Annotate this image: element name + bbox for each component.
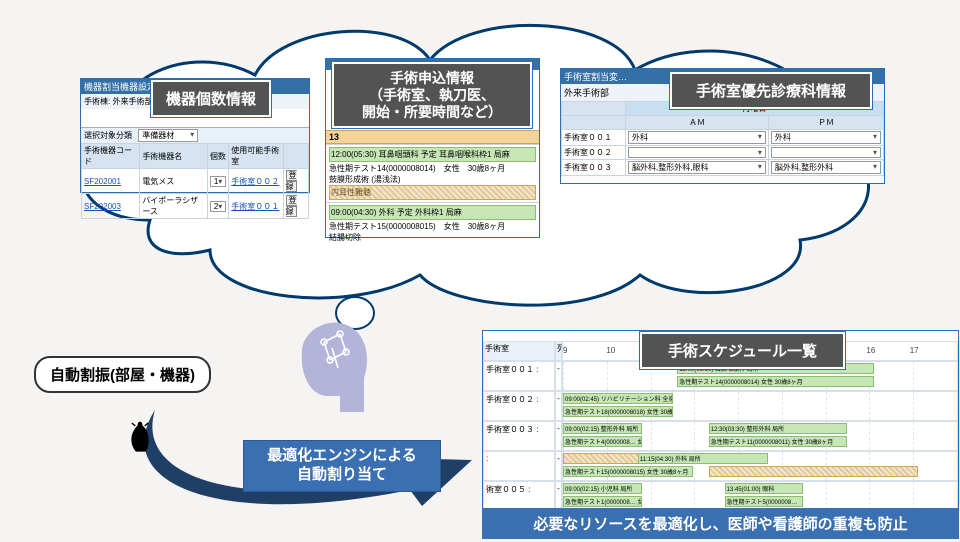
- am-select[interactable]: 脳外科,整形外科,眼科▾: [628, 161, 766, 174]
- click-hand-icon: [126, 419, 154, 457]
- pm-select[interactable]: 外科▾: [771, 131, 881, 144]
- gantt-bar[interactable]: 09:00(02:15) 小児科 局所: [563, 483, 642, 494]
- am-select[interactable]: 外科▾: [628, 131, 766, 144]
- gantt-bar[interactable]: 急性期テスト4(0000008… 女性 30歳8ヶ月: [563, 436, 642, 447]
- gantt-bar[interactable]: [709, 466, 918, 477]
- qty-select[interactable]: 1▾: [210, 176, 226, 187]
- gantt-row[interactable]: 手術室００３ :-09:00(02:15) 整形外科 局所急性期テスト4(000…: [483, 421, 958, 451]
- gantt-bar[interactable]: 急性期テスト18(0000008018) 女性 30歳8ヶ月: [563, 406, 673, 417]
- gantt-bar[interactable]: 09:00(02:15) 整形外科 局所: [563, 423, 642, 434]
- qty-select[interactable]: 2▾: [210, 201, 226, 212]
- gantt-row[interactable]: 手術室００２ :-09:00(02:45) リハビリテーション科 全身急性期テス…: [483, 391, 958, 421]
- table-row[interactable]: 手術室００３脳外科,整形外科,眼科▾脳外科,整形外科▾: [562, 160, 884, 176]
- gantt-bar[interactable]: 13:45(01:00) 眼科: [725, 483, 804, 494]
- equipment-overlay-label: 機器個数情報: [151, 80, 271, 117]
- register-button[interactable]: 登録: [286, 195, 297, 217]
- register-button[interactable]: 登録: [286, 170, 297, 192]
- table-row[interactable]: 手術室００１外科▾外科▾: [562, 130, 884, 146]
- engine-label: 最適化エンジンによる自動割り当て: [243, 440, 441, 492]
- request-slot[interactable]: 09:00(04:30) 外科 予定 外科枠1 局麻 急性期テスト15(0000…: [326, 202, 539, 245]
- equipment-category-select[interactable]: 準備器材▾: [138, 129, 198, 142]
- gantt-bar[interactable]: 急性期テスト14(0000008014) 女性 30歳8ヶ月: [677, 376, 874, 387]
- equipment-table: 手術機器コード手術機器名個数使用可能手術室 SF202001電気メス 1▾ 手術…: [81, 143, 309, 219]
- priority-table: 月曜日 ＡＭＰＭ 手術室００１外科▾外科▾ 手術室００２▾▾ 手術室００３脳外科…: [561, 101, 884, 176]
- table-row[interactable]: SF202001電気メス 1▾ 手術室００２登録: [82, 169, 309, 194]
- pm-select[interactable]: 脳外科,整形外科▾: [771, 161, 881, 174]
- gantt-bar[interactable]: 09:00(02:45) リハビリテーション科 全身: [563, 393, 673, 404]
- gantt-row[interactable]: 術室００５ :-09:00(02:15) 小児科 局所急性期テスト1(00000…: [483, 481, 958, 511]
- gantt-bar[interactable]: 急性期テスト11(0000008011) 女性 30歳8ヶ月: [709, 436, 847, 447]
- ai-brain-icon: [288, 312, 380, 420]
- gantt-bar[interactable]: 11:15(04:30) 外科 局所: [638, 453, 768, 464]
- equipment-select-row: 選択対象分類 準備器材▾: [81, 127, 309, 143]
- priority-overlay-label: 手術室優先診療科情報: [670, 72, 872, 109]
- pm-select[interactable]: ▾: [771, 147, 881, 158]
- request-slot[interactable]: 12:00(05:30) 耳鼻咽頭科 予定 耳鼻咽喉科枠1 局麻 急性期テスト1…: [326, 144, 539, 202]
- gantt-row[interactable]: :-急性期テスト15(0000008015) 女性 30歳8ヶ月11:15(04…: [483, 451, 958, 481]
- gantt-bar[interactable]: 急性期テスト5(0000008…: [725, 496, 804, 507]
- table-row[interactable]: 手術室００２▾▾: [562, 146, 884, 160]
- gantt-bar[interactable]: 急性期テスト1(0000008… 女性 30歳8ヶ月: [563, 496, 642, 507]
- gantt-bar[interactable]: 急性期テスト15(0000008015) 女性 30歳8ヶ月: [563, 466, 693, 477]
- gantt-bar[interactable]: 12:30(03:30) 整形外科 局所: [709, 423, 847, 434]
- am-select[interactable]: ▾: [628, 147, 766, 158]
- day-count: 13: [326, 130, 539, 144]
- request-overlay-label: 手術申込情報 （手術室、執刀医、 開始・所要時間など）: [332, 62, 532, 128]
- table-row[interactable]: SF202003バイポーラシザース 2▾ 手術室００１登録: [82, 194, 309, 219]
- schedule-overlay-label: 手術スケジュール一覧: [640, 332, 845, 369]
- footer-label: 必要なリソースを最適化し、医師や看護師の重複も防止: [482, 508, 959, 539]
- auto-assign-button[interactable]: 自動割振(部屋・機器): [34, 356, 211, 393]
